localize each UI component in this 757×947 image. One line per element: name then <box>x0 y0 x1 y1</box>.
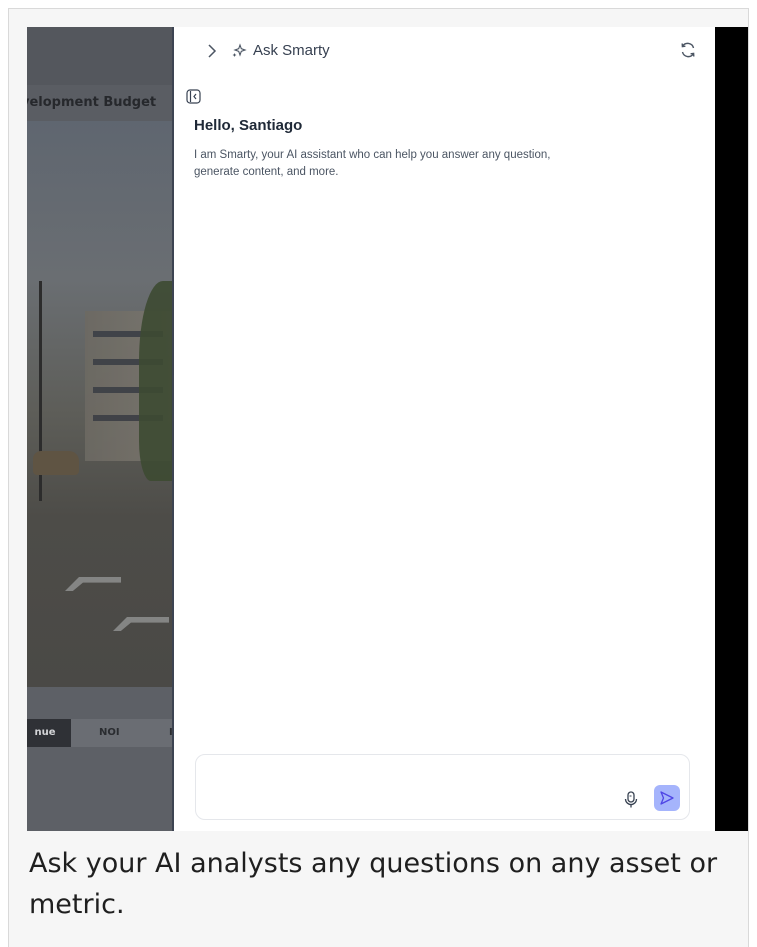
screenshot-card: velopment Budget nue NOI I Ask Smarty He… <box>8 8 749 947</box>
street-car <box>33 451 79 475</box>
microphone-icon[interactable] <box>621 789 641 811</box>
background-tab-noi[interactable]: NOI <box>71 719 167 747</box>
sidebar-collapse-icon[interactable] <box>186 89 201 109</box>
background-topbar <box>27 27 177 85</box>
chat-input[interactable] <box>206 763 620 807</box>
background-app-overlay[interactable]: velopment Budget nue NOI I <box>27 27 177 831</box>
greeting-heading: Hello, Santiago <box>194 117 303 134</box>
background-metrics-area <box>27 687 177 831</box>
chat-input-container <box>195 754 690 820</box>
refresh-icon[interactable] <box>679 41 697 64</box>
assistant-panel: Ask Smarty Hello, Santiago I am Smarty, … <box>174 27 715 831</box>
caption: Ask your AI analysts any questions on an… <box>29 848 718 920</box>
background-tabs: nue NOI I <box>27 719 177 747</box>
app-screenshot: velopment Budget nue NOI I Ask Smarty He… <box>27 27 748 831</box>
sparkle-icon <box>231 43 247 64</box>
street-view-image <box>27 121 177 687</box>
screen-edge <box>715 27 748 831</box>
background-tab-revenue[interactable]: nue <box>27 719 71 747</box>
chevron-right-icon[interactable] <box>206 43 218 63</box>
street-nav-arrow[interactable] <box>113 617 169 631</box>
send-icon <box>660 791 674 805</box>
send-button[interactable] <box>654 785 680 811</box>
street-nav-arrow[interactable] <box>65 577 121 591</box>
assistant-intro-text: I am Smarty, your AI assistant who can h… <box>194 149 551 178</box>
background-section-title: velopment Budget <box>27 85 177 121</box>
assistant-title: Ask Smarty <box>253 42 330 59</box>
